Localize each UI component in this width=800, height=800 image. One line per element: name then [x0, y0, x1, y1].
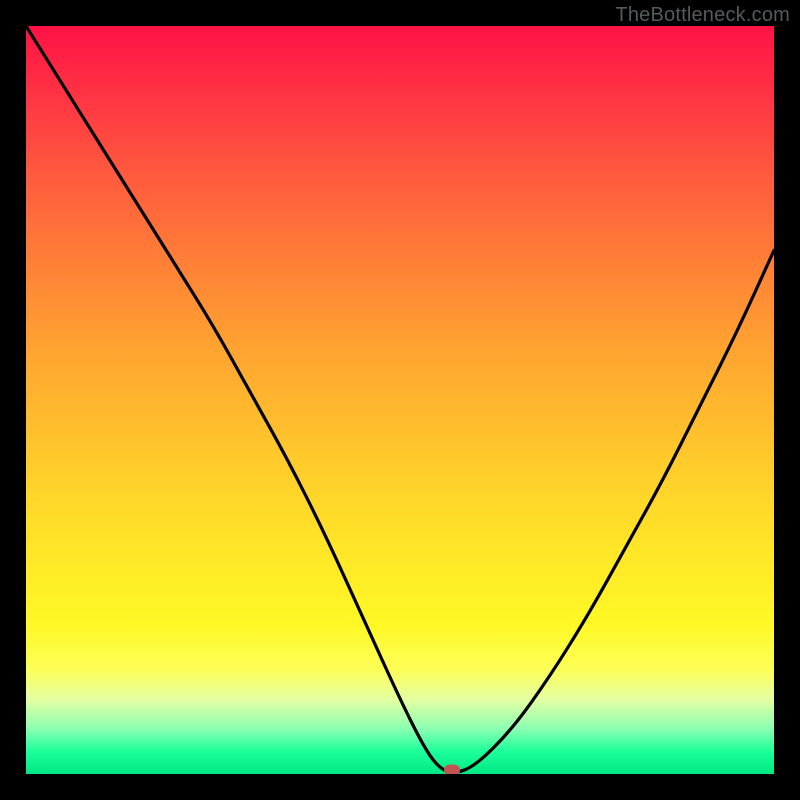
plot-area	[26, 26, 774, 774]
chart-frame: TheBottleneck.com	[0, 0, 800, 800]
minimum-marker	[444, 765, 460, 775]
bottleneck-curve	[26, 26, 774, 774]
watermark-text: TheBottleneck.com	[615, 4, 790, 27]
